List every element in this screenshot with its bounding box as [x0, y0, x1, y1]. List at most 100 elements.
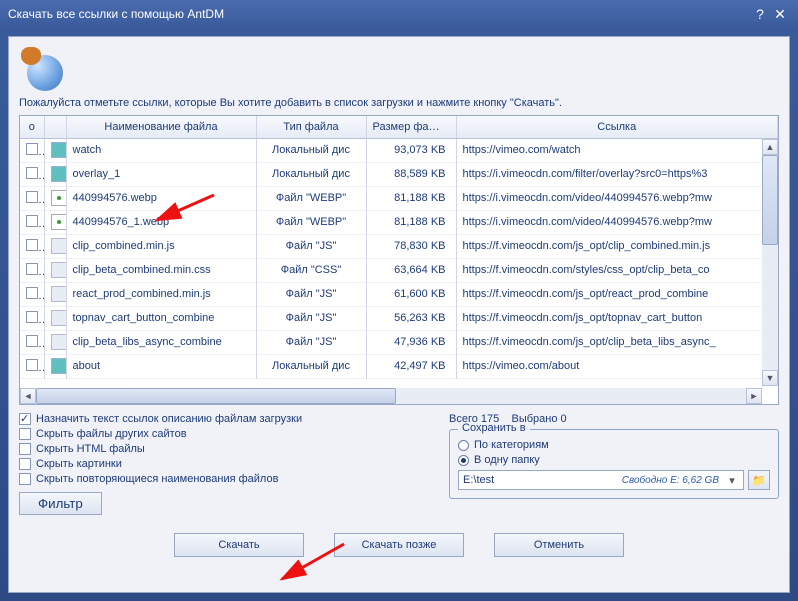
cell-size: 47,936 KB: [366, 330, 456, 354]
file-type-icon: [51, 310, 67, 326]
table-row[interactable]: aboutЛокальный дис42,497 KBhttps://vimeo…: [20, 354, 778, 378]
help-button[interactable]: ?: [750, 6, 770, 22]
download-button[interactable]: Скачать: [174, 533, 304, 557]
cell-link: https://f.vimeocdn.com/js_opt/react_prod…: [456, 282, 778, 306]
opt-hide-images[interactable]: Скрыть картинки: [19, 458, 429, 470]
table-header-row: o Наименование файла Тип файла Размер фа…: [20, 116, 778, 138]
path-value: E:\test: [463, 474, 494, 486]
scroll-thumb-h[interactable]: [36, 388, 396, 404]
opt-assign-text[interactable]: Назначить текст ссылок описанию файлам з…: [19, 413, 429, 425]
col-checkbox[interactable]: o: [20, 116, 44, 138]
filter-button[interactable]: Фильтр: [19, 492, 102, 515]
table-row[interactable]: clip_beta_combined.min.cssФайл "CSS"63,6…: [20, 258, 778, 282]
file-type-icon: [51, 142, 67, 158]
save-panel: Всего 175 Выбрано 0 Сохранить в По катег…: [449, 413, 779, 515]
cell-name: clip_combined.min.js: [66, 234, 256, 258]
bottom-panel: Назначить текст ссылок описанию файлам з…: [19, 413, 779, 515]
cancel-button[interactable]: Отменить: [494, 533, 624, 557]
path-input[interactable]: E:\test Свободно E: 6,62 GB ▾: [458, 470, 744, 490]
table-row[interactable]: 440994576_1.webpФайл "WEBP"81,188 KBhttp…: [20, 210, 778, 234]
cell-type: Локальный дис: [256, 354, 366, 378]
row-checkbox[interactable]: [26, 263, 38, 275]
logo-row: [19, 45, 779, 93]
file-type-icon: [51, 190, 67, 206]
table-row[interactable]: watchЛокальный дис93,073 KBhttps://vimeo…: [20, 138, 778, 162]
cell-size: 88,589 KB: [366, 162, 456, 186]
cell-name: clip_beta_libs_async_combine: [66, 330, 256, 354]
opt-hide-dup-names[interactable]: Скрыть повторяющиеся наименования файлов: [19, 473, 429, 485]
cell-type: Файл "JS": [256, 234, 366, 258]
content: Пожалуйста отметьте ссылки, которые Вы х…: [8, 36, 790, 593]
scroll-left-button[interactable]: ◄: [20, 388, 36, 404]
cell-size: 61,600 KB: [366, 282, 456, 306]
table-row[interactable]: clip_beta_libs_async_combineФайл "JS"47,…: [20, 330, 778, 354]
opt-hide-html[interactable]: Скрыть HTML файлы: [19, 443, 429, 455]
scroll-down-button[interactable]: ▼: [762, 370, 778, 386]
window: Скачать все ссылки с помощью AntDM ? ✕ П…: [0, 0, 798, 601]
cell-name: watch: [66, 138, 256, 162]
cell-link: https://i.vimeocdn.com/video/440994576.w…: [456, 210, 778, 234]
options-panel: Назначить текст ссылок описанию файлам з…: [19, 413, 429, 515]
checkbox-icon: [19, 428, 31, 440]
save-group: Сохранить в По категориям В одну папку E…: [449, 429, 779, 499]
checkbox-icon: [19, 458, 31, 470]
scroll-right-button[interactable]: ►: [746, 388, 762, 404]
path-row: E:\test Свободно E: 6,62 GB ▾ 📁: [458, 470, 770, 490]
file-table: o Наименование файла Тип файла Размер фа…: [19, 115, 779, 405]
opt-hide-other-sites[interactable]: Скрыть файлы других сайтов: [19, 428, 429, 440]
row-checkbox[interactable]: [26, 359, 38, 371]
cell-link: https://i.vimeocdn.com/filter/overlay?sr…: [456, 162, 778, 186]
row-checkbox[interactable]: [26, 191, 38, 203]
cell-link: https://f.vimeocdn.com/js_opt/topnav_car…: [456, 306, 778, 330]
file-type-icon: [51, 358, 67, 374]
cell-name: topnav_cart_button_combine: [66, 306, 256, 330]
table-row[interactable]: 440994576.webpФайл "WEBP"81,188 KBhttps:…: [20, 186, 778, 210]
table-row[interactable]: clip_combined.min.jsФайл "JS"78,830 KBht…: [20, 234, 778, 258]
checkbox-icon: [19, 473, 31, 485]
cell-type: Файл "JS": [256, 282, 366, 306]
row-checkbox[interactable]: [26, 311, 38, 323]
cell-name: 440994576.webp: [66, 186, 256, 210]
download-later-button[interactable]: Скачать позже: [334, 533, 464, 557]
close-button[interactable]: ✕: [770, 6, 790, 23]
row-checkbox[interactable]: [26, 239, 38, 251]
col-name[interactable]: Наименование файла: [66, 116, 256, 138]
radio-one-folder[interactable]: В одну папку: [458, 454, 770, 466]
cell-name: clip_beta_combined.min.css: [66, 258, 256, 282]
scroll-thumb-v[interactable]: [762, 155, 778, 245]
row-checkbox[interactable]: [26, 335, 38, 347]
cell-type: Файл "JS": [256, 306, 366, 330]
col-link[interactable]: Ссылка: [456, 116, 778, 138]
radio-icon: [458, 440, 469, 451]
free-space: Свободно E: 6,62 GB: [622, 475, 719, 486]
row-checkbox[interactable]: [26, 215, 38, 227]
cell-size: 42,497 KB: [366, 354, 456, 378]
row-checkbox[interactable]: [26, 143, 38, 155]
row-checkbox[interactable]: [26, 287, 38, 299]
cell-type: Файл "CSS": [256, 258, 366, 282]
window-title: Скачать все ссылки с помощью AntDM: [8, 7, 750, 21]
radio-by-category[interactable]: По категориям: [458, 439, 770, 451]
cell-size: 63,664 KB: [366, 258, 456, 282]
table-row[interactable]: overlay_1Локальный дис88,589 KBhttps://i…: [20, 162, 778, 186]
cell-size: 78,830 KB: [366, 234, 456, 258]
col-icon: [44, 116, 66, 138]
horizontal-scrollbar[interactable]: ◄ ►: [20, 388, 762, 404]
cell-type: Файл "JS": [256, 330, 366, 354]
scroll-up-button[interactable]: ▲: [762, 139, 778, 155]
checkbox-icon: [19, 413, 31, 425]
titlebar: Скачать все ссылки с помощью AntDM ? ✕: [0, 0, 798, 28]
radio-icon: [458, 455, 469, 466]
row-checkbox[interactable]: [26, 167, 38, 179]
browse-button[interactable]: 📁: [748, 470, 770, 490]
cell-name: about: [66, 354, 256, 378]
cell-link: https://vimeo.com/about: [456, 354, 778, 378]
col-size[interactable]: Размер файла▾: [366, 116, 456, 138]
cell-size: 81,188 KB: [366, 186, 456, 210]
vertical-scrollbar[interactable]: ▲ ▼: [762, 139, 778, 386]
table-row[interactable]: topnav_cart_button_combineФайл "JS"56,26…: [20, 306, 778, 330]
cell-link: https://vimeo.com/watch: [456, 138, 778, 162]
dropdown-icon[interactable]: ▾: [725, 474, 739, 487]
table-row[interactable]: react_prod_combined.min.jsФайл "JS"61,60…: [20, 282, 778, 306]
col-type[interactable]: Тип файла: [256, 116, 366, 138]
